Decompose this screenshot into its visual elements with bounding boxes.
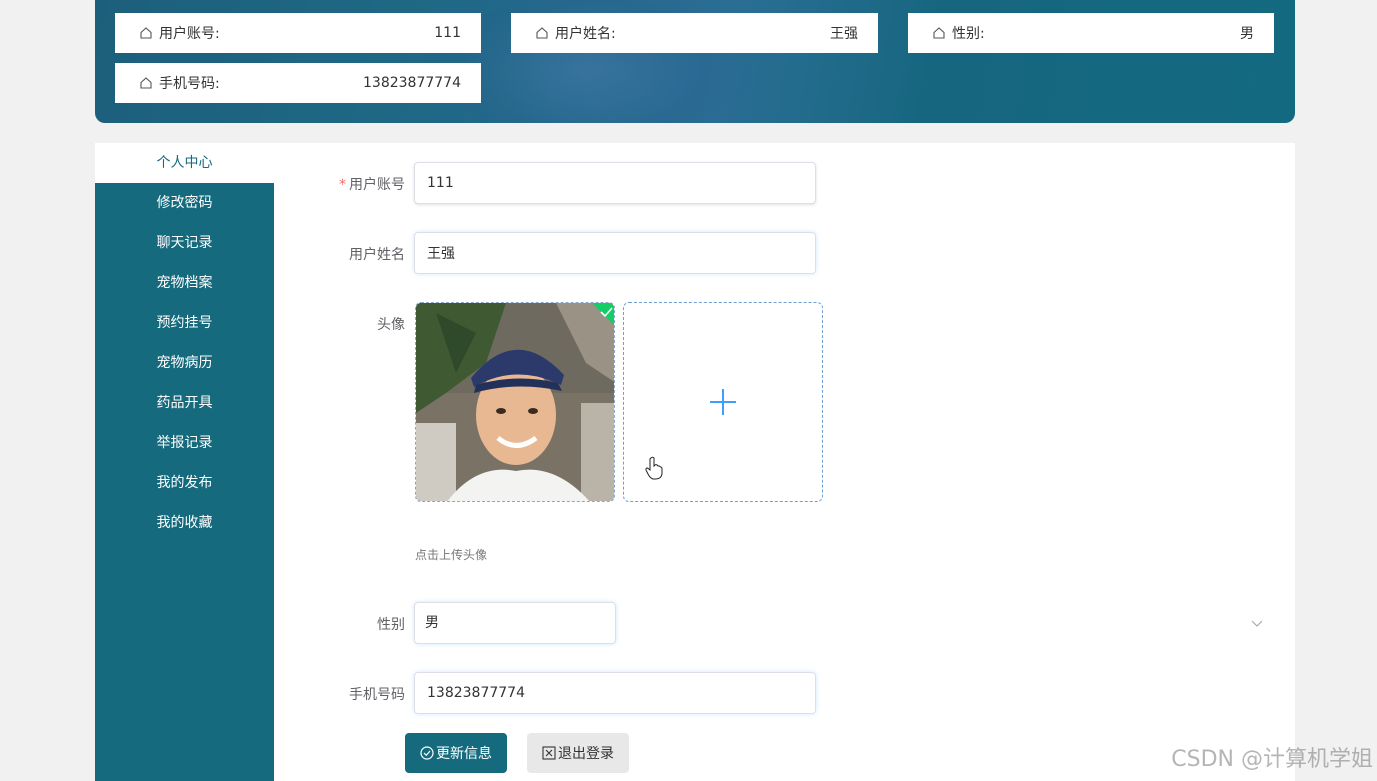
sidebar-item-my-posts[interactable]: 我的发布 (95, 463, 274, 503)
avatar-label: 头像 (377, 317, 405, 333)
gender-label: 性别 (377, 617, 405, 633)
home-icon (535, 26, 549, 40)
avatar-image[interactable] (415, 302, 615, 502)
sidebar-item-personal-center[interactable]: 个人中心 (95, 143, 274, 183)
watermark-text: CSDN @计算机学姐 (1171, 747, 1373, 772)
info-card-label: 手机号码: (159, 76, 220, 92)
home-icon (139, 26, 153, 40)
info-card-value: 男 (1240, 26, 1254, 42)
info-card-label: 用户账号: (159, 26, 220, 42)
info-card-value: 王强 (830, 26, 858, 42)
phone-input[interactable] (414, 672, 816, 714)
phone-label: 手机号码 (349, 687, 405, 703)
sidebar-menu: 个人中心 修改密码 聊天记录 宠物档案 预约挂号 宠物病历 药品开具 举报记录 … (95, 143, 274, 781)
sidebar-item-prescriptions[interactable]: 药品开具 (95, 383, 274, 423)
info-card-name: 用户姓名: 王强 (511, 13, 878, 53)
home-icon (139, 76, 153, 90)
gender-select[interactable]: 男 (414, 602, 616, 644)
sidebar-item-appointments[interactable]: 预约挂号 (95, 303, 274, 343)
hand-cursor-icon (645, 456, 663, 480)
required-mark: * (339, 177, 346, 193)
sidebar-item-reports[interactable]: 举报记录 (95, 423, 274, 463)
info-card-phone: 手机号码: 13823877774 (115, 63, 481, 103)
avatar-photo (416, 303, 614, 501)
info-card-label: 用户姓名: (555, 26, 616, 42)
update-info-button[interactable]: 更新信息 (405, 733, 507, 773)
name-input[interactable] (414, 232, 816, 274)
sidebar-item-chat-records[interactable]: 聊天记录 (95, 223, 274, 263)
info-card-value: 13823877774 (363, 75, 461, 91)
account-input[interactable] (414, 162, 816, 204)
account-label: * 用户账号 (285, 174, 405, 194)
sidebar-item-my-favorites[interactable]: 我的收藏 (95, 503, 274, 543)
sidebar-item-pet-medical-records[interactable]: 宠物病历 (95, 343, 274, 383)
close-square-icon (542, 746, 556, 760)
info-card-gender: 性别: 男 (908, 13, 1274, 53)
info-card-account: 用户账号: 111 (115, 13, 481, 53)
info-card-value: 111 (434, 25, 461, 41)
account-label-text: 用户账号 (349, 177, 405, 193)
logout-label: 退出登录 (558, 746, 614, 762)
logout-button[interactable]: 退出登录 (527, 733, 629, 773)
home-icon (932, 26, 946, 40)
update-info-label: 更新信息 (436, 746, 492, 762)
plus-icon (710, 389, 736, 415)
sidebar-item-pet-files[interactable]: 宠物档案 (95, 263, 274, 303)
chevron-down-icon[interactable] (1250, 616, 1264, 630)
name-label: 用户姓名 (349, 247, 405, 263)
avatar-upload-tip: 点击上传头像 (415, 548, 488, 562)
info-card-label: 性别: (952, 26, 985, 42)
check-circle-icon (420, 746, 434, 760)
sidebar-item-change-password[interactable]: 修改密码 (95, 183, 274, 223)
